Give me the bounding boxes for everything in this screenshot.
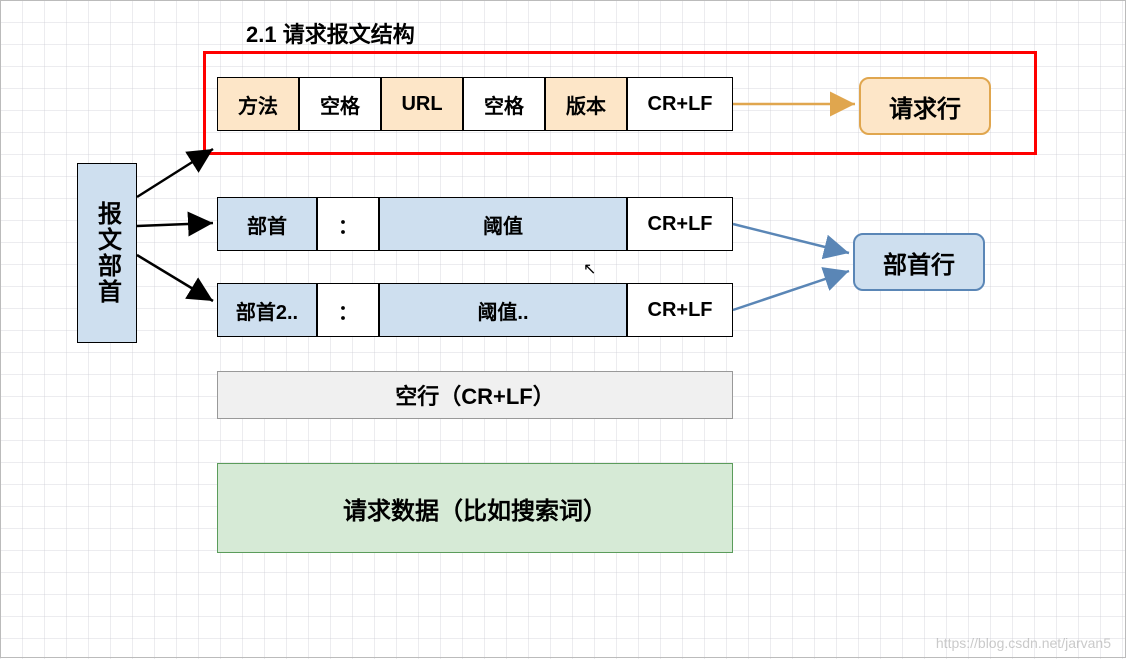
- bar-blank-line: 空行（CR+LF）: [217, 371, 733, 419]
- cell-space-2: 空格: [463, 77, 545, 131]
- cell-version: 版本: [545, 77, 627, 131]
- side-label-text: 报文部首: [90, 201, 125, 305]
- diagram-title: 2.1 请求报文结构: [246, 17, 415, 49]
- cell-url: URL: [381, 77, 463, 131]
- cell-crlf-3: CR+LF: [627, 283, 733, 337]
- cell-header-name-1: 部首: [217, 197, 317, 251]
- cell-header-name-2: 部首2..: [217, 283, 317, 337]
- cell-space-1: 空格: [299, 77, 381, 131]
- badge-request-line: 请求行: [859, 77, 991, 135]
- cell-header-value-1: 阈值: [379, 197, 627, 251]
- cell-crlf-1: CR+LF: [627, 77, 733, 131]
- cell-method: 方法: [217, 77, 299, 131]
- side-label-message-header: 报文部首: [77, 163, 137, 343]
- bar-request-body: 请求数据（比如搜索词）: [217, 463, 733, 553]
- cursor-icon: ↖: [583, 259, 596, 279]
- badge-header-lines: 部首行: [853, 233, 985, 291]
- cell-header-value-2: 阈值..: [379, 283, 627, 337]
- cell-colon-1: ：: [317, 197, 379, 251]
- watermark: https://blog.csdn.net/jarvan5: [936, 635, 1111, 651]
- cell-colon-2: ：: [317, 283, 379, 337]
- cell-crlf-2: CR+LF: [627, 197, 733, 251]
